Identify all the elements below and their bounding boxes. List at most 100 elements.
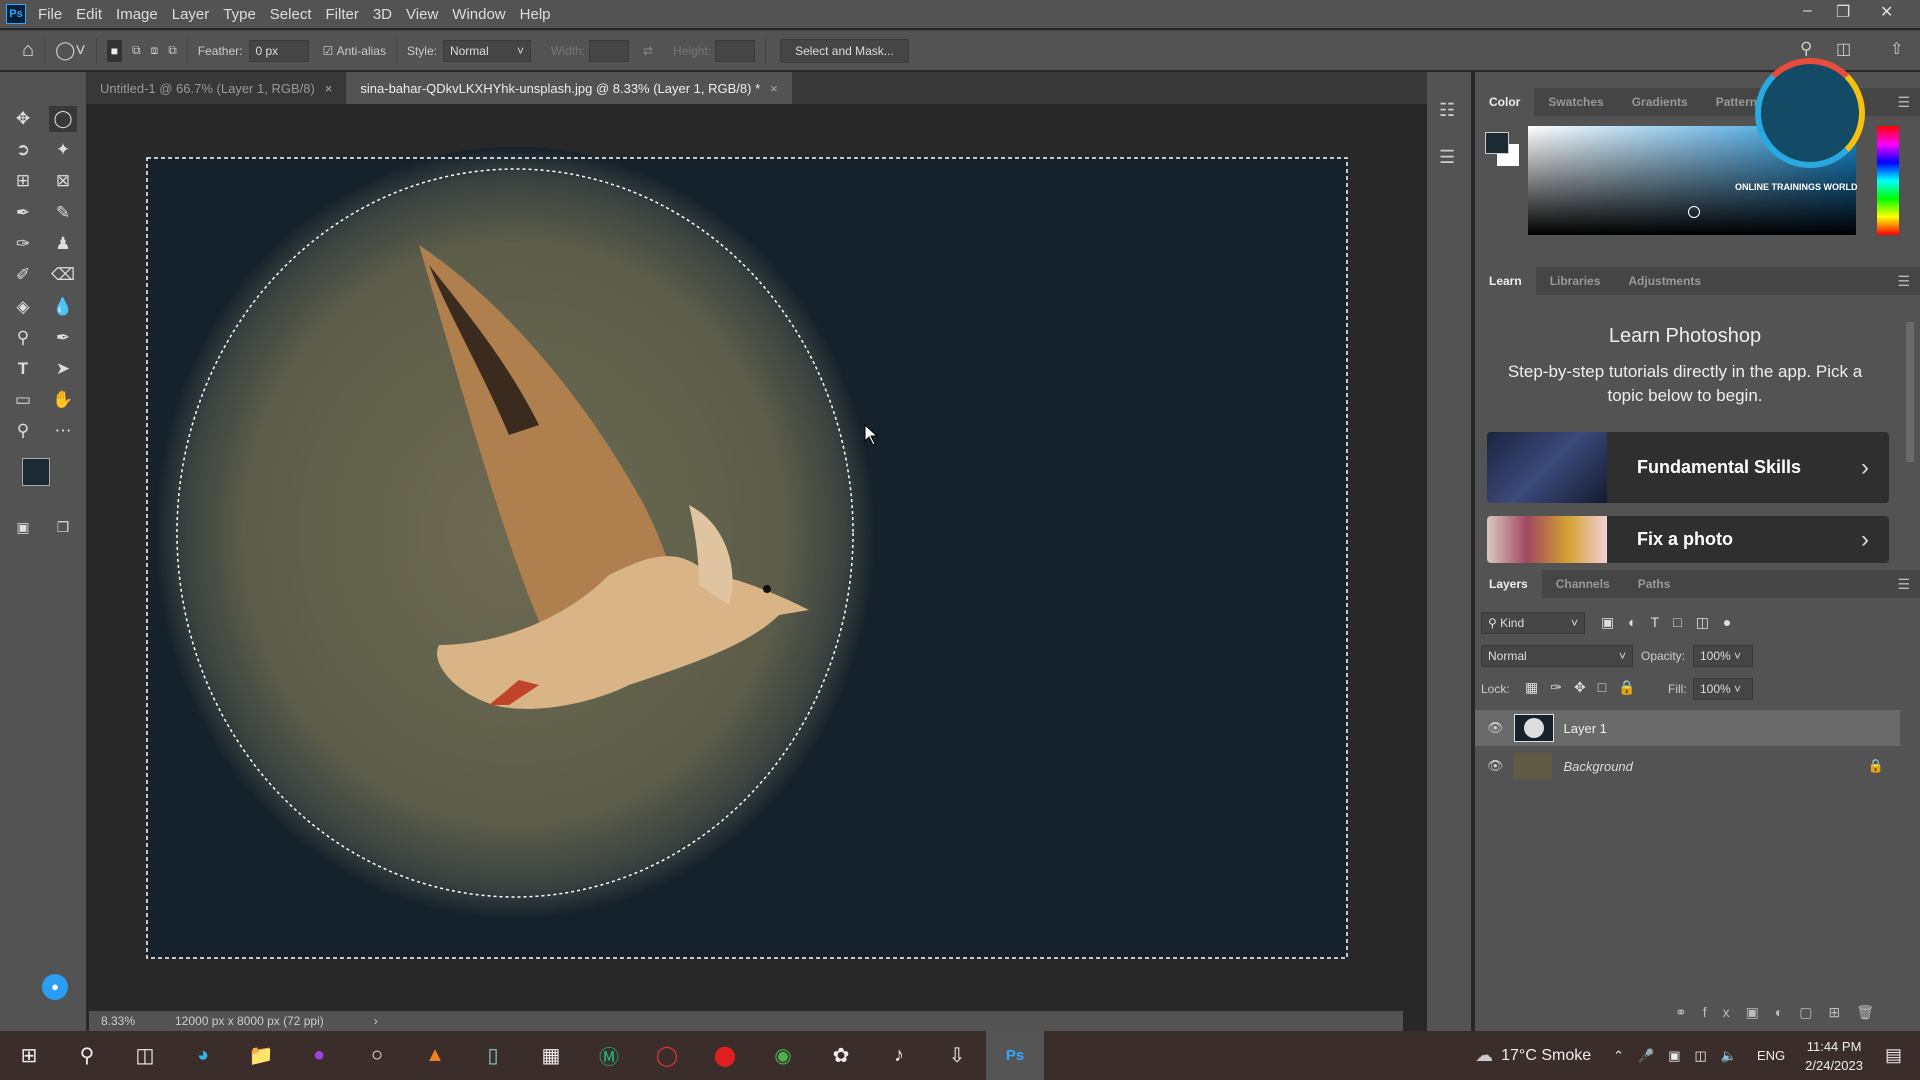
calendar-icon[interactable]: ▦ [522,1031,580,1080]
tab-sina-bahar[interactable]: sina-bahar-QDkvLKXHYhk-unsplash.jpg @ 8.… [346,72,792,104]
healing-brush-icon[interactable]: ✎ [49,200,77,226]
share-icon[interactable]: ⇧ [1890,39,1903,59]
blur-tool-icon[interactable]: 💧 [49,294,77,320]
tab-color[interactable]: Color [1475,88,1535,116]
restore-icon[interactable]: ❐ [1836,2,1850,22]
tab-adjustments[interactable]: Adjustments [1614,267,1715,295]
file-explorer-icon[interactable]: 📁 [232,1031,290,1080]
chevron-right-icon[interactable]: › [374,1014,378,1028]
properties-panel-icon[interactable]: ☰ [1439,147,1455,168]
app-icon[interactable]: ○ [348,1031,406,1080]
width-input[interactable] [588,39,629,62]
home-icon[interactable]: ⌂ [22,39,34,62]
crop-tool-icon[interactable]: ⊞ [9,168,37,194]
language-indicator[interactable]: ENG [1757,1048,1785,1063]
swap-icon[interactable]: ⇄ [643,44,653,58]
menu-window[interactable]: Window [452,6,505,23]
menu-help[interactable]: Help [520,6,551,23]
app-icon[interactable]: ● [290,1031,348,1080]
layers-footer-icons[interactable]: ⚭fx▣◐▢⊞🗑 [1675,1004,1890,1021]
menu-filter[interactable]: Filter [326,6,359,23]
eyedropper-tool-icon[interactable]: ✒ [9,200,37,226]
tab-swatches[interactable]: Swatches [1534,88,1617,116]
color-foreground-swatch[interactable] [1485,132,1509,154]
lock-icons[interactable]: ▦✑✥□🔒 [1525,679,1648,696]
close-tab-icon[interactable]: × [770,81,778,96]
tab-paths[interactable]: Paths [1624,570,1685,598]
history-brush-icon[interactable]: ✐ [9,262,37,288]
eraser-tool-icon[interactable]: ⌫ [49,262,77,288]
panel-menu-icon[interactable]: ☰ [1897,273,1910,290]
tray-icons[interactable]: ⌃🎤▣◫🔈 [1613,1048,1751,1064]
panel-menu-icon[interactable]: ☰ [1897,576,1910,593]
fill-input[interactable]: 100% ˅ [1693,678,1753,700]
app-icon[interactable]: ▯ [464,1031,522,1080]
pen-tool-icon[interactable]: ✒ [49,325,77,351]
tab-libraries[interactable]: Libraries [1536,267,1615,295]
card-fix-a-photo[interactable]: Fix a photo › [1487,516,1889,563]
blend-mode-select[interactable]: Normal ˅ [1481,645,1633,667]
more-tools-icon[interactable]: ⋯ [49,418,77,444]
workspace-icon[interactable]: ◫ [1836,39,1851,59]
opera-gx-icon[interactable]: ⬤ [696,1031,754,1080]
new-selection-icon[interactable]: ■ [106,39,122,62]
assistant-icon[interactable]: ● [42,974,68,1000]
height-input[interactable] [715,39,756,62]
search-icon[interactable]: ⚲ [1800,39,1812,59]
minimize-icon[interactable]: – [1803,2,1812,20]
notifications-icon[interactable]: ▤ [1885,1045,1902,1066]
close-icon[interactable]: ✕ [1880,2,1893,22]
dodge-tool-icon[interactable]: ⚲ [9,325,37,351]
tiktok-icon[interactable]: ♪ [870,1031,928,1080]
menu-layer[interactable]: Layer [172,6,210,23]
select-and-mask-button[interactable]: Select and Mask... [780,38,909,63]
brush-tool-icon[interactable]: ✑ [9,231,37,257]
antialias-checkbox[interactable]: ☑ Anti-alias [323,44,386,58]
vlc-icon[interactable]: ▲ [406,1031,464,1080]
screen-mode-icon[interactable]: ❐ [49,514,77,540]
path-selection-icon[interactable]: ➤ [49,356,77,382]
tab-untitled[interactable]: Untitled-1 @ 66.7% (Layer 1, RGB/8) × [86,72,346,104]
layer-filter-select[interactable]: ⚲ Kind ˅ [1481,612,1585,634]
menu-edit[interactable]: Edit [76,6,102,23]
menu-image[interactable]: Image [116,6,158,23]
layer-row-layer-1[interactable]: 👁 Layer 1 [1475,710,1900,746]
quick-mask-icon[interactable]: ▣ [9,514,37,540]
menu-type[interactable]: Type [223,6,256,23]
frame-tool-icon[interactable]: ⊠ [49,168,77,194]
menu-3d[interactable]: 3D [373,6,392,23]
layer-filter-icons[interactable]: ▣◐T□◫● [1601,614,1745,631]
weather-text[interactable]: 17°C Smoke [1501,1047,1591,1065]
style-select[interactable]: Normal ˅ [442,39,531,62]
hand-tool-icon[interactable]: ✋ [49,387,77,413]
task-view-icon[interactable]: ◫ [116,1031,174,1080]
paint-bucket-icon[interactable]: ◈ [9,294,37,320]
card-fundamental-skills[interactable]: Fundamental Skills › [1487,432,1889,503]
lasso-tool-icon[interactable]: ➲ [9,137,37,163]
tab-channels[interactable]: Channels [1542,570,1624,598]
opacity-input[interactable]: 100% ˅ [1693,645,1753,667]
visibility-eye-icon[interactable]: 👁 [1487,720,1504,736]
learn-scrollbar[interactable] [1906,322,1914,462]
menu-view[interactable]: View [406,6,438,23]
canvas-area[interactable] [89,105,1403,1011]
layer-row-background[interactable]: 👁 Background 🔒 [1475,748,1900,784]
elliptical-marquee-icon[interactable]: ◯˅ [55,40,86,61]
tab-learn[interactable]: Learn [1475,267,1536,295]
type-tool-icon[interactable]: T [9,356,37,382]
foreground-color-swatch[interactable] [22,458,50,486]
menu-select[interactable]: Select [270,6,312,23]
start-icon[interactable]: ⊞ [0,1031,58,1080]
upwork-icon[interactable]: Ⓜ [580,1031,638,1080]
color-picker-handle[interactable] [1688,206,1700,218]
photoshop-taskbar-icon[interactable]: Ps [986,1031,1044,1080]
opera-icon[interactable]: ◯ [638,1031,696,1080]
move-tool-icon[interactable]: ✥ [9,106,37,132]
feather-input[interactable]: 0 px [248,39,309,62]
elliptical-marquee-tool-icon[interactable]: ◯ [49,106,77,132]
subtract-selection-icon[interactable]: ⧈ [151,43,159,58]
search-icon[interactable]: ⚲ [58,1031,116,1080]
hue-slider[interactable] [1877,126,1899,235]
history-panel-icon[interactable]: ☷ [1439,100,1455,121]
zoom-level[interactable]: 8.33% [101,1014,161,1028]
